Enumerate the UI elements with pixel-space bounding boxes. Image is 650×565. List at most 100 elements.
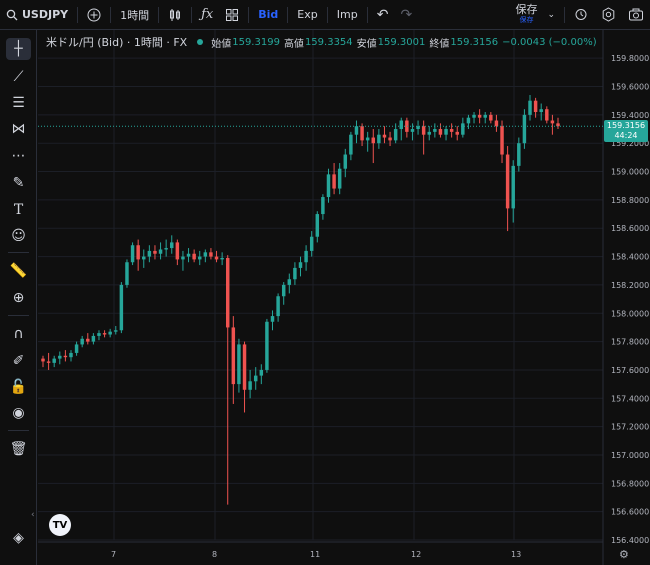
emoji-tool[interactable]: ☺ [6,225,31,247]
templates-button[interactable] [219,0,245,29]
candle-body [477,114,482,118]
high-label: 高値 [283,38,304,50]
candle [142,249,146,268]
candle [349,131,353,161]
tradingview-logo[interactable]: TV [49,514,71,536]
save-dropdown[interactable]: ⌄ [541,0,561,29]
candle-body [248,381,252,390]
pattern-tool[interactable]: ⋈ [6,118,31,140]
candle [545,106,549,124]
zoom-in-tool[interactable]: ⊕ [6,287,31,309]
candle-body [293,267,297,280]
save-label: 保存 [515,2,538,16]
candle [63,350,68,362]
candle [427,126,431,141]
price-tick-label: 158.0000 [611,309,649,318]
price-tick-label: 156.6000 [611,508,649,517]
measure-tool[interactable]: ⋯ [6,145,31,167]
candle-body [125,262,129,285]
candle [231,316,236,404]
candle [332,163,336,195]
add-circle-icon [87,8,101,21]
candle [181,250,185,271]
candle [472,112,476,124]
lock-drawing-tool[interactable]: ✐ [6,350,31,372]
price-chart[interactable]: 159.8000159.6000159.4000159.2000159.0000… [0,0,650,565]
candle [377,129,381,149]
candle [365,131,370,152]
lock-tool[interactable]: 🔓 [6,376,31,398]
indicators-button[interactable]: ƒx [195,0,219,29]
redo-button[interactable]: ↷ [394,0,418,29]
candle [382,126,387,144]
fib-tool[interactable]: ☰ [6,92,31,114]
alarm-icon [575,9,587,20]
brush-tool[interactable]: ✎ [6,172,31,194]
price-tick-label: 157.2000 [611,423,649,432]
candle-body [237,344,241,385]
crosshair-tool[interactable]: ┼ [6,38,31,60]
settings-button[interactable] [595,0,622,29]
collapse-sidebar-button[interactable]: ‹ [31,510,39,524]
candle [556,117,560,130]
delete-tool[interactable]: 🗑 [6,438,31,460]
imp-button[interactable]: Imp [331,0,364,29]
trendline-icon: ⟋ [13,69,24,85]
candle [198,250,202,266]
time-tick-label: 11 [310,550,320,559]
symbol-search[interactable]: USDJPY [0,0,74,29]
candle-body [421,126,426,135]
candle-body [119,284,124,331]
candle [477,109,482,124]
alert-button[interactable] [568,0,595,29]
candle-body [147,250,152,257]
candle-body [270,316,275,322]
candle-body [102,333,107,335]
visibility-tool[interactable]: ◉ [6,402,31,424]
candle [186,248,191,263]
price-tick-label: 159.0000 [611,168,649,177]
price-tick-label: 158.8000 [611,196,649,205]
magnet-icon: ∩ [13,326,24,342]
legend-title: 米ドル/円 (Bid) · 1時間 · FX [46,36,188,49]
candle [192,249,196,263]
candle-body [438,129,443,135]
candle-body [511,165,515,209]
candle-body [522,114,527,144]
save-button[interactable]: 保存 保存 [511,0,541,29]
candle-body [192,253,196,260]
candle-body [371,137,376,144]
axis-settings-button[interactable]: ⚙ [619,548,633,562]
candle-body [315,214,320,237]
interval-button[interactable]: 1時間 [114,0,155,29]
measure-icon: ⋯ [11,148,26,164]
price-tick-label: 159.4000 [611,111,649,120]
candle-body [153,250,157,254]
trendline-tool[interactable]: ⟋ [6,66,31,88]
candle [444,126,448,141]
undo-button[interactable]: ↶ [371,0,395,29]
candle [354,120,359,144]
magnet-tool[interactable]: ∩ [6,323,31,345]
fib-icon: ☰ [12,95,25,111]
candle-body [281,284,286,297]
camera-icon [629,8,643,20]
price-tick-label: 158.2000 [611,281,649,290]
search-icon [6,9,18,20]
exp-button[interactable]: Exp [291,0,323,29]
candle-body [517,143,521,166]
candle-body [461,123,465,135]
snapshot-button[interactable] [622,0,650,29]
undo-icon: ↶ [376,6,389,23]
compare-button[interactable] [81,0,107,29]
candle-body [186,253,191,257]
price-tick-label: 157.6000 [611,366,649,375]
candle [321,194,325,220]
bid-button[interactable]: Bid [252,0,284,29]
candle-body [86,338,90,342]
text-tool[interactable]: T [6,199,31,221]
ruler-tool[interactable]: 📏 [6,260,31,282]
object-tree-tool[interactable]: ◈ [6,527,31,549]
chart-type-button[interactable] [162,0,188,29]
price-tick-label: 159.8000 [611,54,649,63]
